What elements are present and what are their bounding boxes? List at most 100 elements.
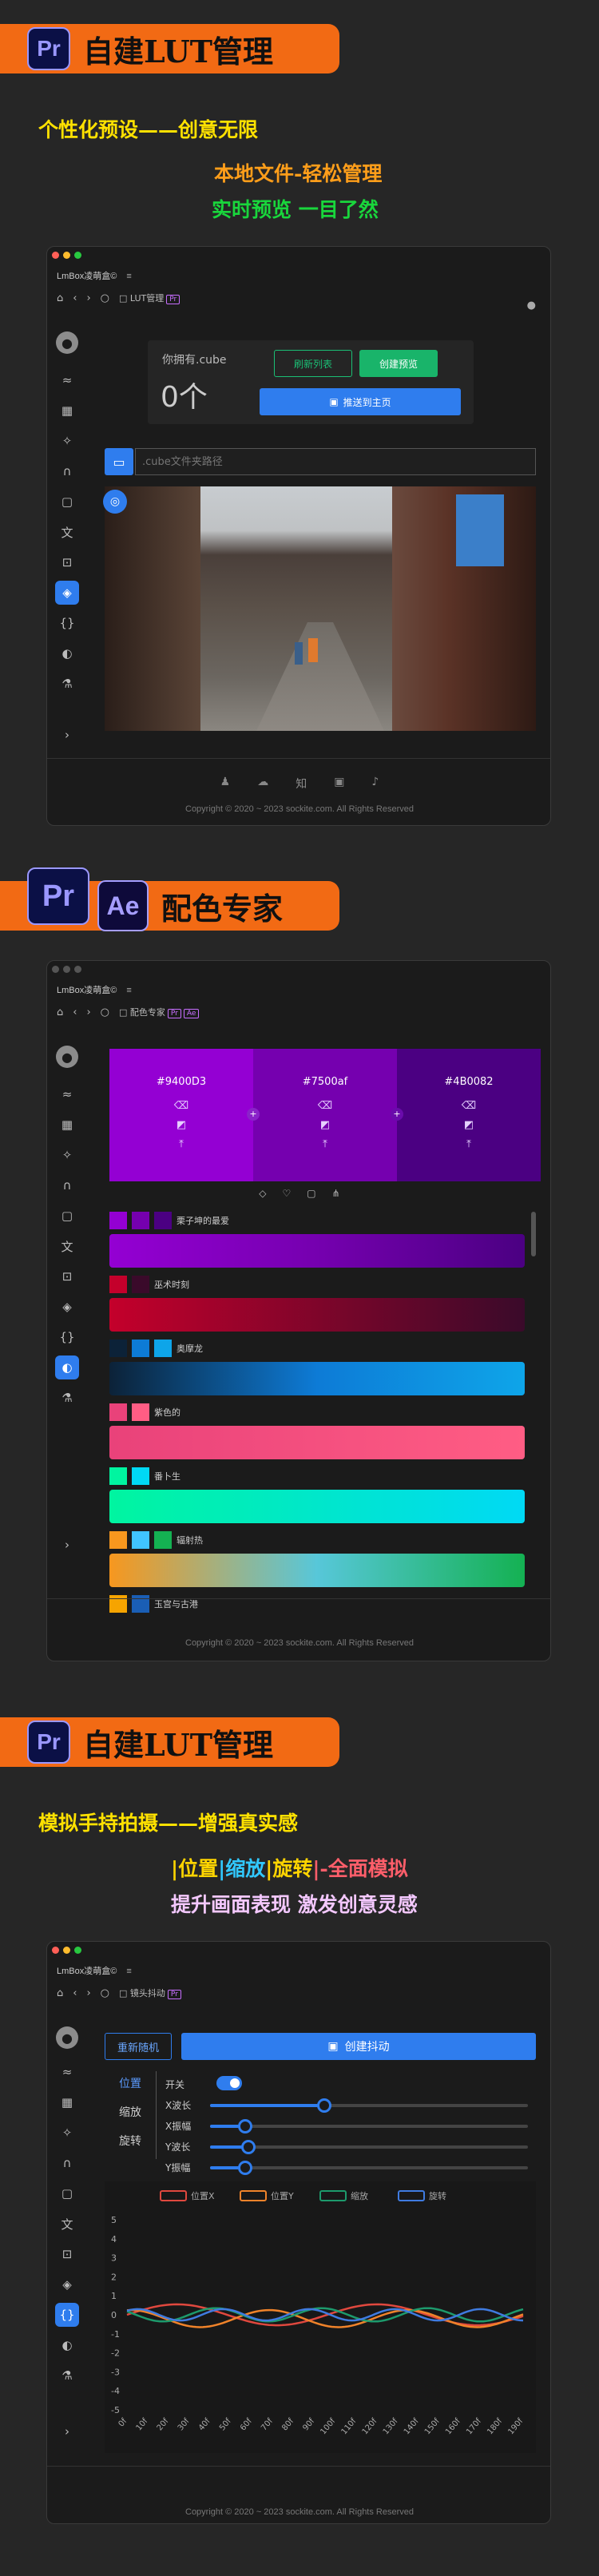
forward-icon[interactable]: › [86, 1987, 90, 1999]
tab-rotation[interactable]: 旋转 [119, 2127, 141, 2156]
swatch[interactable] [109, 1531, 127, 1549]
swatch[interactable] [132, 1212, 149, 1229]
push-home-button[interactable]: ▣ 推送到主页 [260, 388, 461, 415]
menu-icon[interactable]: ≡ [126, 986, 131, 995]
settings-icon[interactable]: ◎ [103, 490, 127, 514]
color-tools[interactable]: ⌫ ◩ ⤒ [253, 1097, 397, 1154]
shake-icon[interactable]: ≈ [55, 1082, 79, 1106]
transform-icon[interactable]: ⊡ [55, 2242, 79, 2266]
scrollbar[interactable] [531, 1212, 536, 1256]
translate-icon[interactable]: 文 [55, 1234, 79, 1258]
menu-icon[interactable]: ≡ [126, 272, 131, 281]
window-controls[interactable] [52, 966, 81, 973]
heart-icon[interactable]: ♡ [283, 1188, 292, 1199]
clapper-icon[interactable]: ▦ [55, 399, 79, 423]
transform-icon[interactable]: ⊡ [55, 550, 79, 574]
refresh-list-button[interactable]: 刷新列表 [274, 350, 352, 377]
back-icon[interactable]: ‹ [73, 292, 77, 304]
avatar[interactable]: ● [56, 1046, 78, 1068]
create-preview-button[interactable]: 创建预览 [359, 350, 438, 377]
cube-icon[interactable]: ◇ [259, 1188, 266, 1199]
sparkle-icon[interactable]: ✧ [55, 429, 79, 453]
qq-icon[interactable]: ♟ [220, 776, 231, 792]
rerandom-button[interactable]: 重新随机 [105, 2033, 172, 2060]
swatch[interactable] [154, 1340, 172, 1357]
swatch[interactable] [132, 1531, 149, 1549]
share-icon[interactable]: ⋔ [332, 1188, 340, 1199]
slider-knob[interactable] [237, 2161, 252, 2175]
refresh-icon[interactable]: ○ [101, 1006, 109, 1018]
color-block[interactable]: #7500af ⌫ ◩ ⤒ + [247, 1049, 397, 1181]
slider-knob[interactable] [237, 2119, 252, 2133]
wechat-icon[interactable]: ☁ [257, 776, 268, 792]
premiere-icon[interactable]: ▢ [55, 1204, 79, 1228]
cube-path-input[interactable] [135, 448, 536, 475]
avatar[interactable]: ● [56, 331, 78, 354]
palette-icon[interactable]: ◐ [55, 641, 79, 665]
color-tools[interactable]: ⌫ ◩ ⤒ [397, 1097, 541, 1154]
refresh-icon[interactable]: ○ [101, 292, 109, 304]
flask-icon[interactable]: ⚗ [55, 1386, 79, 1410]
swatch[interactable] [132, 1467, 149, 1485]
color-block[interactable]: #9400D3 ⌫ ◩ ⤒ [109, 1049, 253, 1181]
tab-scale[interactable]: 缩放 [119, 2098, 141, 2127]
forward-icon[interactable]: › [86, 292, 90, 304]
headphone-icon[interactable]: ∩ [55, 2151, 79, 2175]
home-icon[interactable]: ⌂ [57, 292, 63, 304]
cube-icon[interactable]: ◈ [55, 1295, 79, 1319]
premiere-icon[interactable]: ▢ [55, 2181, 79, 2205]
swatch[interactable] [132, 1403, 149, 1421]
add-color-icon[interactable]: + [391, 1108, 403, 1121]
swatch[interactable] [109, 1212, 127, 1229]
swatch[interactable] [132, 1340, 149, 1357]
swatch[interactable] [109, 1340, 127, 1357]
shake-toggle[interactable] [216, 2076, 242, 2090]
palette-gradient[interactable] [109, 1298, 525, 1332]
palette-gradient[interactable] [109, 1426, 525, 1459]
palette-icon[interactable]: ◐ [55, 1355, 79, 1379]
clapper-icon[interactable]: ▦ [55, 2090, 79, 2114]
swatch[interactable] [109, 1467, 127, 1485]
avatar[interactable]: ● [56, 2026, 78, 2049]
bulb-icon[interactable]: ● [527, 300, 536, 312]
swatch[interactable] [154, 1212, 172, 1229]
palette-item[interactable]: 番卜生 [109, 1467, 180, 1485]
palette-item[interactable]: 奥摩龙 [109, 1340, 203, 1357]
brackets-icon[interactable]: {} [55, 611, 79, 635]
palette-gradient[interactable] [109, 1554, 525, 1587]
create-shake-button[interactable]: ▣ 创建抖动 [181, 2033, 536, 2060]
slider-knob[interactable] [317, 2098, 332, 2113]
slider-track[interactable] [210, 2140, 528, 2154]
palette-item[interactable]: 辐射热 [109, 1531, 203, 1549]
back-icon[interactable]: ‹ [73, 1987, 77, 1999]
shake-icon[interactable]: ≈ [55, 2060, 79, 2084]
home-icon[interactable]: ⌂ [57, 1987, 63, 1999]
slider-knob[interactable] [240, 2140, 256, 2154]
brackets-icon[interactable]: {} [55, 1325, 79, 1349]
slider-track[interactable] [210, 2119, 528, 2133]
flask-icon[interactable]: ⚗ [55, 2364, 79, 2387]
add-color-icon[interactable]: + [247, 1108, 260, 1121]
expand-icon[interactable]: › [55, 2419, 79, 2443]
expand-icon[interactable]: › [55, 1533, 79, 1557]
transform-icon[interactable]: ⊡ [55, 1264, 79, 1288]
window-controls[interactable] [52, 1947, 81, 1954]
clapper-icon[interactable]: ▦ [55, 1113, 79, 1137]
refresh-icon[interactable]: ○ [101, 1987, 109, 1999]
window-controls[interactable] [52, 252, 81, 259]
brackets-icon[interactable]: {} [55, 2303, 79, 2327]
translate-icon[interactable]: 文 [55, 520, 79, 544]
sparkle-icon[interactable]: ✧ [55, 1143, 79, 1167]
swatch[interactable] [109, 1403, 127, 1421]
zhihu-icon[interactable]: 知 [296, 776, 307, 792]
palette-gradient[interactable] [109, 1362, 525, 1395]
flask-icon[interactable]: ⚗ [55, 672, 79, 696]
cube-icon[interactable]: ◈ [55, 581, 79, 605]
menu-icon[interactable]: ≡ [126, 1967, 131, 1976]
headphone-icon[interactable]: ∩ [55, 459, 79, 483]
swatch[interactable] [109, 1276, 127, 1293]
douyin-icon[interactable]: ♪ [371, 776, 379, 792]
bilibili-icon[interactable]: ▣ [334, 776, 344, 792]
palette-gradient[interactable] [109, 1234, 525, 1268]
back-icon[interactable]: ‹ [73, 1006, 77, 1018]
